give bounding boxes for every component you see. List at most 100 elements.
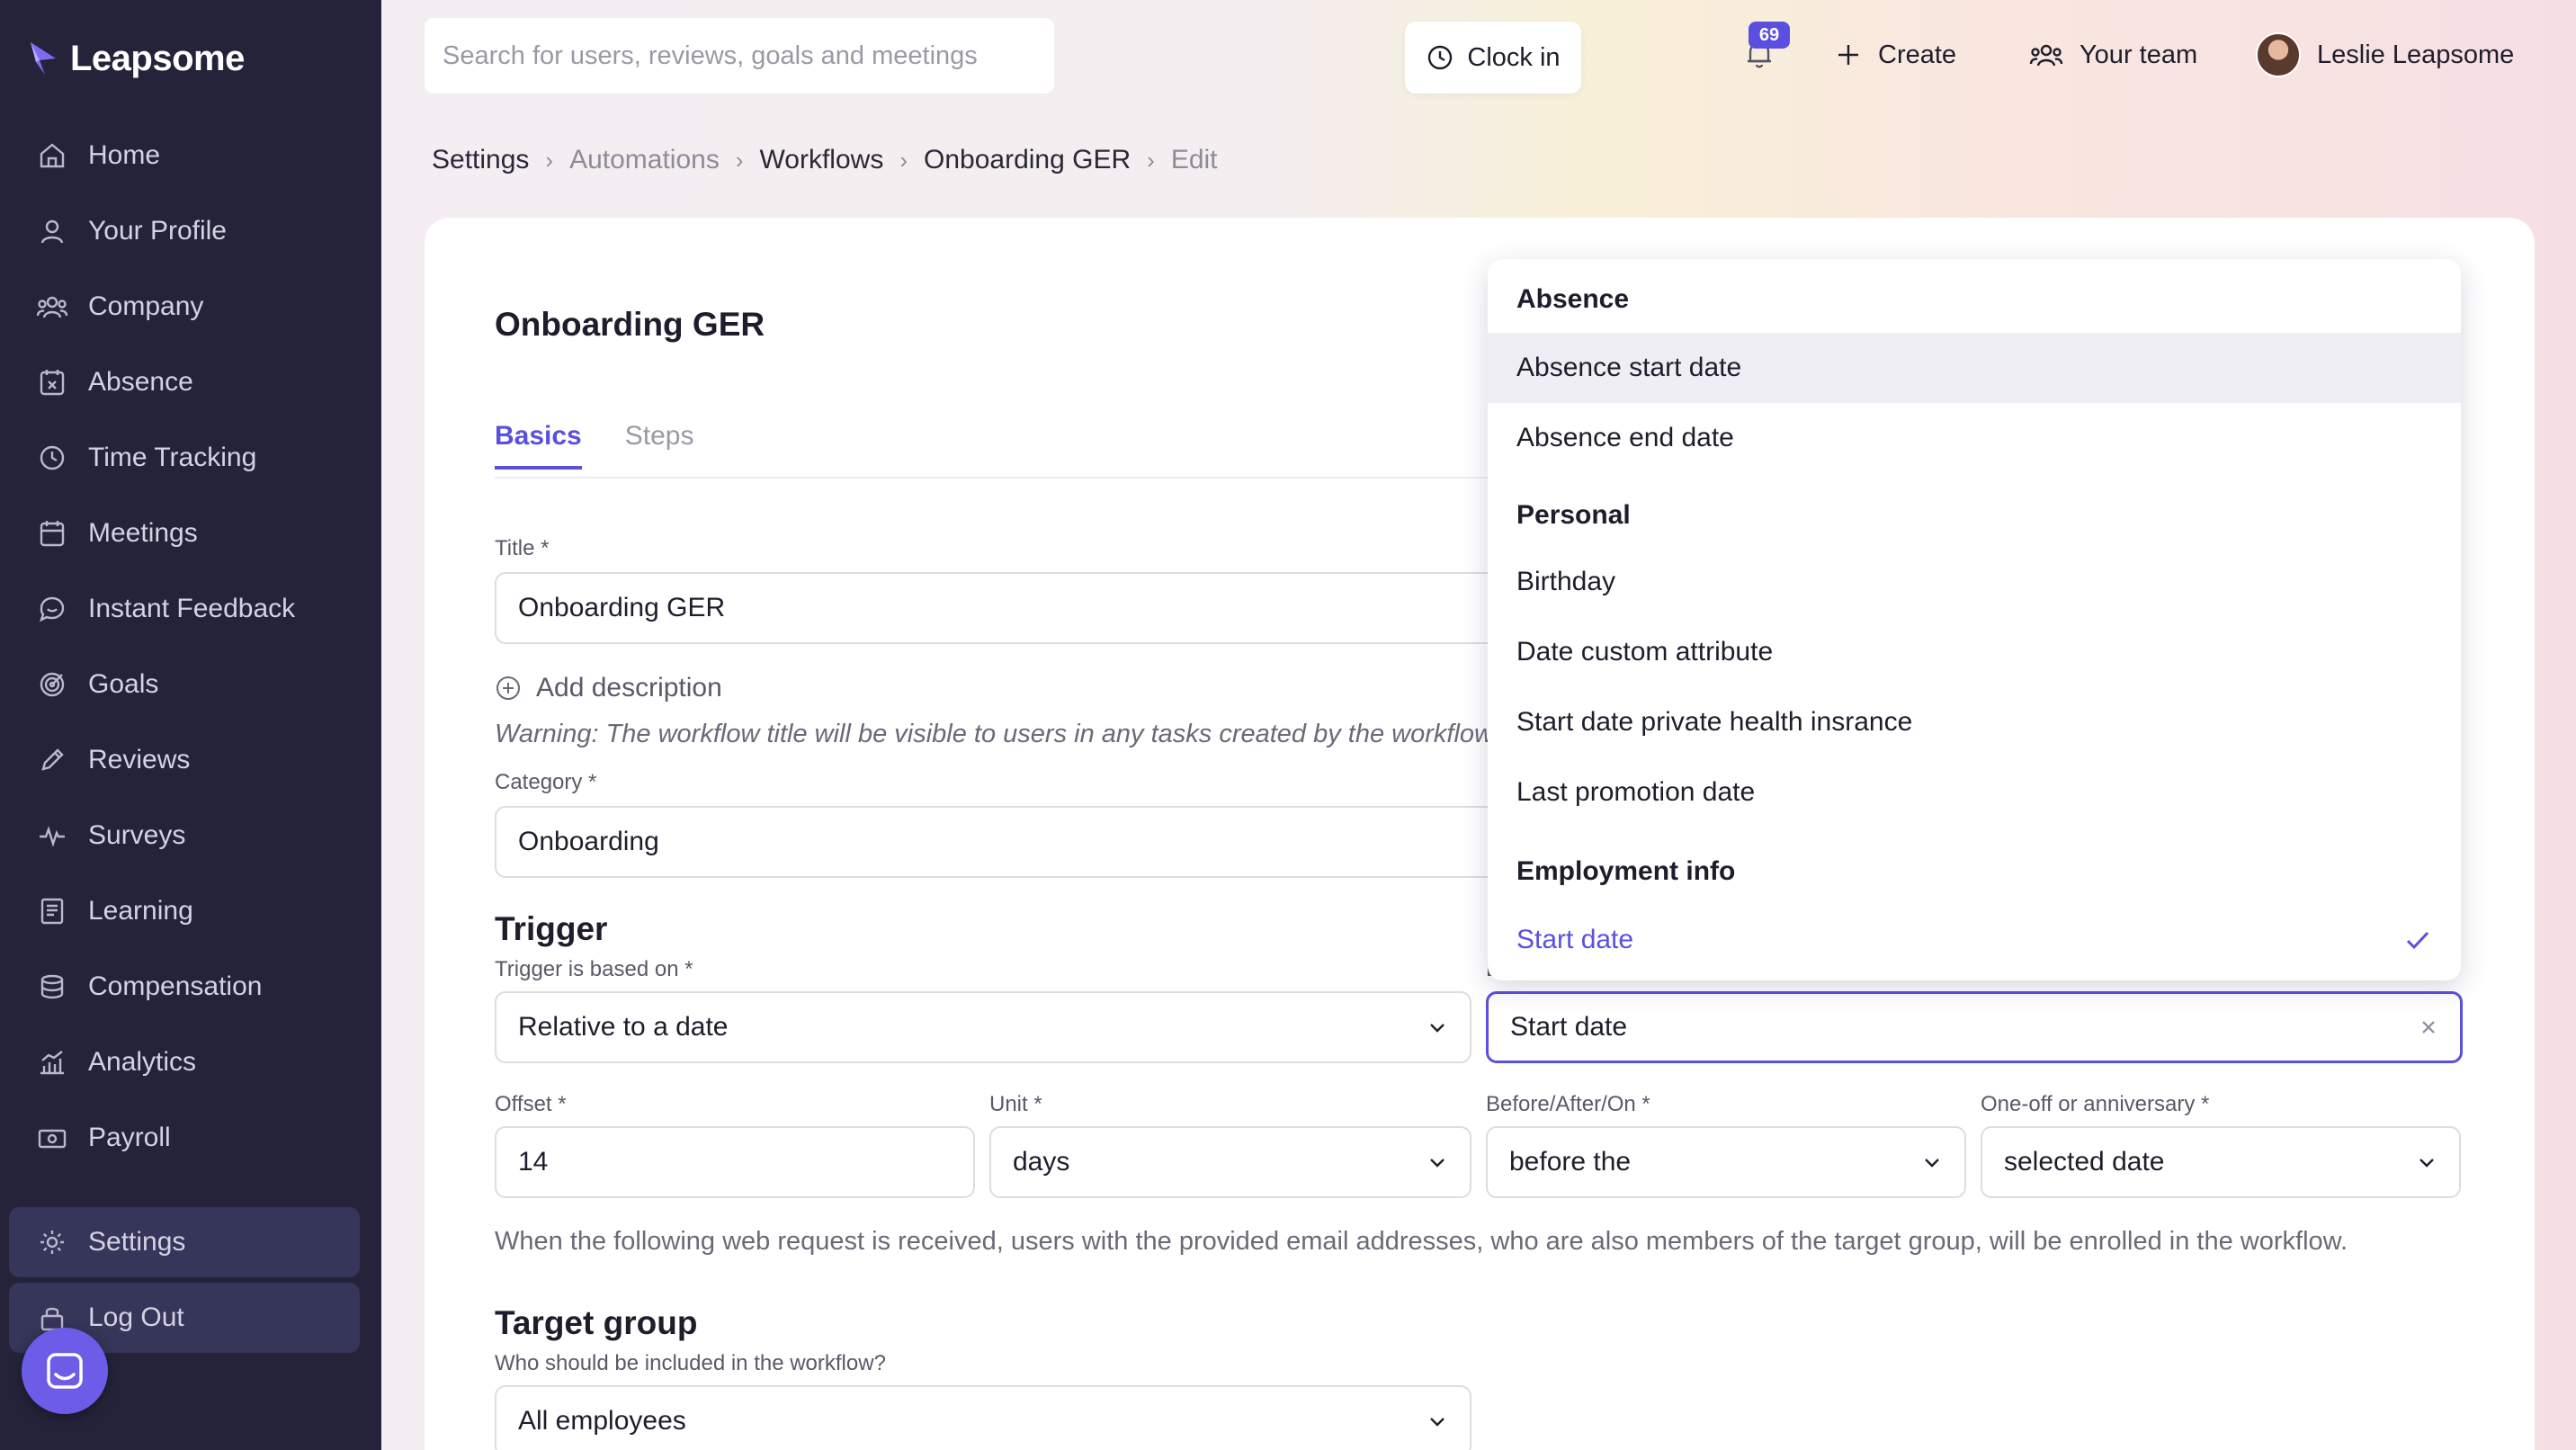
sidebar-item-label: Instant Feedback	[88, 594, 296, 623]
trigger-label: Trigger is based on *	[495, 957, 693, 981]
sidebar-item-label: Compensation	[88, 971, 263, 1001]
add-description-button[interactable]: Add description	[495, 673, 722, 703]
oneoff-value: selected date	[2004, 1147, 2165, 1177]
target-group-label: Who should be included in the workflow?	[495, 1351, 886, 1375]
chevron-down-icon	[1430, 1159, 1445, 1168]
trigger-select[interactable]: Relative to a date	[495, 991, 1471, 1063]
before-after-label: Before/After/On *	[1486, 1092, 1650, 1116]
breadcrumb-settings[interactable]: Settings	[432, 145, 529, 175]
option-label: Birthday	[1516, 567, 1616, 596]
sidebar-item-surveys[interactable]: Surveys	[9, 801, 360, 871]
brand-name: Leapsome	[70, 38, 245, 78]
dropdown-group-personal: Personal	[1516, 500, 1631, 530]
close-icon[interactable]	[2419, 1017, 2438, 1037]
book-icon	[36, 895, 68, 927]
coins-icon	[36, 971, 68, 1003]
your-team-button[interactable]: Your team	[2029, 32, 2197, 77]
dropdown-option-last-promotion-date[interactable]: Last promotion date	[1488, 757, 2461, 828]
people-icon	[2029, 44, 2063, 67]
avatar	[2256, 32, 2301, 77]
before-after-select[interactable]: before the	[1486, 1126, 1966, 1198]
home-icon	[36, 139, 68, 172]
chevron-right-icon: ›	[545, 146, 554, 174]
offset-input[interactable]: 14	[495, 1126, 975, 1198]
chat-launcher-icon	[47, 1353, 83, 1389]
tabs: Basics Steps	[495, 421, 693, 470]
tab-basics[interactable]: Basics	[495, 421, 582, 470]
sidebar-item-meetings[interactable]: Meetings	[9, 498, 360, 568]
breadcrumb-edit: Edit	[1170, 145, 1218, 175]
chat-icon	[36, 593, 68, 625]
cash-icon	[36, 1122, 68, 1154]
date-dropdown-menu: Absence Absence start date Absence end d…	[1488, 259, 2461, 980]
dropdown-group-employment-info: Employment info	[1516, 856, 1736, 886]
sidebar-item-absence[interactable]: Absence	[9, 347, 360, 417]
sidebar-item-label: Reviews	[88, 745, 191, 774]
tab-steps[interactable]: Steps	[625, 421, 694, 470]
sidebar-item-goals[interactable]: Goals	[9, 649, 360, 720]
support-chat-button[interactable]	[22, 1328, 108, 1414]
sidebar-item-label: Company	[88, 291, 204, 321]
web-request-info: When the following web request is receiv…	[495, 1227, 2348, 1256]
target-icon	[36, 668, 68, 701]
breadcrumb-automations[interactable]: Automations	[569, 145, 720, 175]
sidebar-item-reviews[interactable]: Reviews	[9, 725, 360, 795]
target-group-select[interactable]: All employees	[495, 1385, 1471, 1450]
offset-label: Offset *	[495, 1092, 567, 1116]
dropdown-option-date-custom-attribute[interactable]: Date custom attribute	[1488, 617, 2461, 687]
sidebar-item-home[interactable]: Home	[9, 121, 360, 191]
create-button[interactable]: Create	[1835, 32, 1956, 77]
global-search[interactable]	[425, 18, 1054, 94]
chevron-right-icon: ›	[899, 146, 908, 174]
option-label: Last promotion date	[1516, 777, 1756, 807]
chart-icon	[36, 1046, 68, 1079]
leapsome-logo-icon	[31, 42, 56, 75]
sidebar-item-instant-feedback[interactable]: Instant Feedback	[9, 574, 360, 644]
sidebar-item-learning[interactable]: Learning	[9, 876, 360, 946]
oneoff-select[interactable]: selected date	[1981, 1126, 2461, 1198]
breadcrumb-workflows[interactable]: Workflows	[760, 145, 884, 175]
user-icon	[36, 215, 68, 247]
pencil-icon	[36, 744, 68, 776]
date-select[interactable]: Start date	[1486, 991, 2463, 1063]
before-after-value: before the	[1509, 1147, 1632, 1177]
sidebar-item-label: Surveys	[88, 820, 186, 850]
unit-label: Unit *	[989, 1092, 1042, 1116]
sidebar-item-label: Time Tracking	[88, 443, 257, 472]
sidebar-item-compensation[interactable]: Compensation	[9, 952, 360, 1022]
date-value: Start date	[1510, 1012, 1628, 1042]
sidebar-item-label: Absence	[88, 367, 193, 397]
user-menu[interactable]: Leslie Leapsome	[2256, 32, 2514, 77]
dropdown-option-absence-end-date[interactable]: Absence end date	[1488, 403, 2461, 473]
sidebar-item-settings[interactable]: Settings	[9, 1207, 360, 1277]
chevron-right-icon: ›	[1147, 146, 1155, 174]
sidebar-item-your-profile[interactable]: Your Profile	[9, 196, 360, 266]
sidebar-item-company[interactable]: Company	[9, 272, 360, 342]
option-label: Date custom attribute	[1516, 637, 1774, 667]
search-input[interactable]	[443, 40, 1054, 71]
sidebar-item-label: Your Profile	[88, 216, 227, 246]
checkmark-icon	[2406, 931, 2429, 950]
sidebar-item-label: Log Out	[88, 1302, 184, 1332]
clock-in-button[interactable]: Clock in	[1405, 22, 1581, 94]
breadcrumb-onboarding-ger[interactable]: Onboarding GER	[924, 145, 1131, 175]
plus-icon	[1838, 45, 1858, 65]
leapsome-logo[interactable]: Leapsome	[27, 36, 245, 81]
target-group-title: Target group	[495, 1304, 698, 1341]
target-group-value: All employees	[518, 1406, 686, 1436]
gear-icon	[36, 1226, 68, 1258]
option-label: Start date private health insrance	[1516, 707, 1913, 737]
trigger-value: Relative to a date	[518, 1012, 729, 1042]
dropdown-option-start-date[interactable]: Start date	[1488, 905, 2461, 975]
page-title: Onboarding GER	[495, 306, 765, 343]
dropdown-option-birthday[interactable]: Birthday	[1488, 547, 2461, 617]
chevron-down-icon	[1925, 1159, 1939, 1168]
sidebar-item-analytics[interactable]: Analytics	[9, 1027, 360, 1097]
dropdown-option-start-date-private-health-insurance[interactable]: Start date private health insrance	[1488, 687, 2461, 757]
sidebar-item-payroll[interactable]: Payroll	[9, 1103, 360, 1173]
plus-circle-icon	[496, 676, 520, 700]
dropdown-option-absence-start-date[interactable]: Absence start date	[1488, 333, 2461, 403]
sidebar-item-time-tracking[interactable]: Time Tracking	[9, 423, 360, 493]
unit-select[interactable]: days	[989, 1126, 1471, 1198]
sidebar-item-label: Learning	[88, 896, 193, 926]
